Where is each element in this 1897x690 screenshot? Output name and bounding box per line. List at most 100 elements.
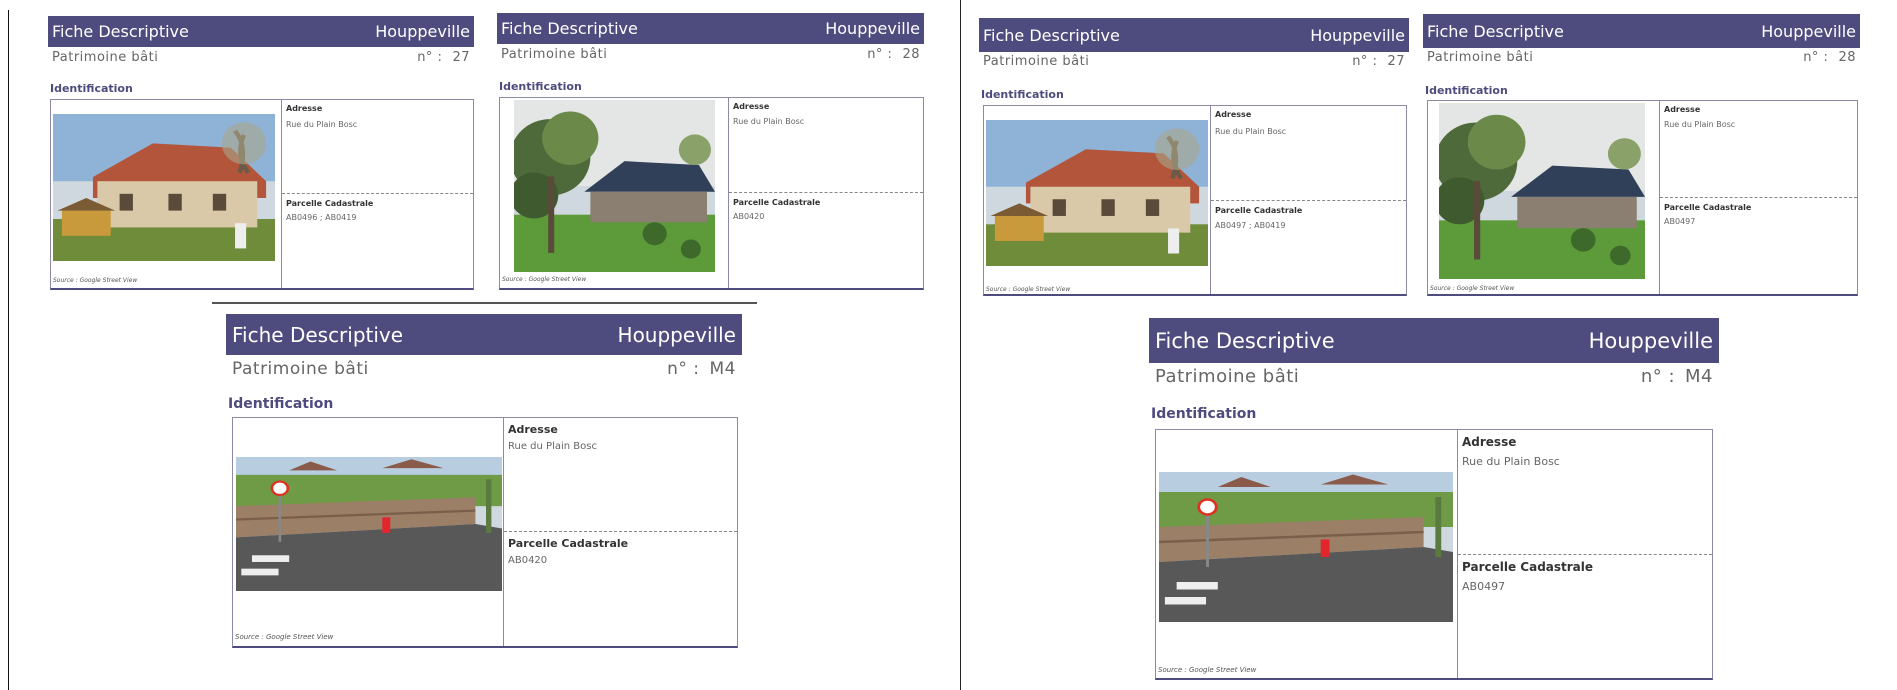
parcelle-value: AB0497 — [1664, 217, 1696, 226]
adresse-label: Adresse — [1664, 105, 1701, 114]
card-title: Fiche Descriptive — [501, 19, 638, 38]
num-label: n° : — [1640, 365, 1676, 387]
photo — [986, 120, 1208, 266]
card-box: Source : Google Street View Adresse Rue … — [1427, 100, 1858, 296]
adresse-value: Rue du Plain Bosc — [1215, 127, 1287, 136]
card-box: Source : Google Street View Adresse Rue … — [499, 97, 924, 290]
card-town: Houppeville — [1761, 21, 1856, 41]
card-subtitle: Patrimoine bâti — [501, 46, 608, 62]
parcelle-label: Parcelle Cadastrale — [1664, 203, 1752, 212]
source-caption: Source : Google Street View — [502, 276, 587, 283]
card-header: Fiche Descriptive Houppeville — [1149, 318, 1719, 363]
photo — [1439, 103, 1645, 279]
card-subtitle: Patrimoine bâti — [232, 359, 369, 379]
info-panel: Adresse Rue du Plain Bosc Parcelle Cadas… — [281, 100, 473, 288]
card-header: Fiche Descriptive Houppeville — [48, 16, 474, 47]
source-caption: Source : Google Street View — [1158, 666, 1257, 674]
card-town: Houppeville — [1588, 328, 1713, 353]
num-label: n° : — [417, 49, 443, 65]
num-label: n° : — [867, 46, 893, 62]
card-number: M4 — [709, 359, 736, 379]
card-box: Source : Google Street View Adresse Rue … — [50, 99, 474, 290]
info-panel: Adresse Rue du Plain Bosc Parcelle Cadas… — [1457, 430, 1712, 678]
info-panel: Adresse Rue du Plain Bosc Parcelle Cadas… — [503, 418, 737, 646]
card-subrow: Patrimoine bâti n° : 27 — [48, 49, 474, 65]
source-caption: Source : Google Street View — [986, 286, 1071, 293]
parcelle-value: AB0496 ; AB0419 — [286, 213, 357, 222]
card-subrow: Patrimoine bâti n° : 28 — [1423, 49, 1860, 66]
source-caption: Source : Google Street View — [53, 277, 138, 284]
card-town: Houppeville — [617, 322, 736, 347]
card-town: Houppeville — [375, 22, 470, 41]
card-header: Fiche Descriptive Houppeville — [226, 314, 742, 355]
card-subtitle: Patrimoine bâti — [52, 49, 159, 65]
card-number: M4 — [1685, 365, 1713, 387]
separator-line — [212, 302, 757, 304]
card-subtitle: Patrimoine bâti — [983, 54, 1090, 69]
card-box: Source : Google Street View Adresse Rue … — [232, 417, 738, 648]
card-title: Fiche Descriptive — [52, 22, 189, 41]
info-panel: Adresse Rue du Plain Bosc Parcelle Cadas… — [1659, 101, 1857, 294]
card-subrow: Patrimoine bâti n° : 27 — [979, 53, 1409, 70]
card-number: 28 — [902, 46, 920, 62]
identification-heading: Identification — [1151, 406, 1257, 422]
adresse-label: Adresse — [1462, 435, 1517, 449]
card-header: Fiche Descriptive Houppeville — [497, 13, 924, 44]
fiche-card: Fiche Descriptive Houppeville Patrimoine… — [979, 18, 1409, 296]
fiche-card: Fiche Descriptive Houppeville Patrimoine… — [48, 16, 474, 290]
source-caption: Source : Google Street View — [1430, 285, 1515, 292]
card-title: Fiche Descriptive — [983, 25, 1120, 45]
card-subrow: Patrimoine bâti n° : M4 — [226, 357, 742, 381]
page-border-left — [8, 10, 9, 690]
identification-heading: Identification — [228, 396, 334, 412]
adresse-label: Adresse — [1215, 110, 1252, 119]
adresse-label: Adresse — [286, 104, 323, 113]
parcelle-value: AB0420 — [508, 555, 548, 566]
fiche-card: Fiche Descriptive Houppeville Patrimoine… — [497, 13, 924, 290]
dashed-separator — [1211, 200, 1406, 201]
adresse-value: Rue du Plain Bosc — [508, 441, 597, 452]
num-label: n° : — [1803, 50, 1829, 65]
adresse-label: Adresse — [508, 423, 558, 436]
card-header: Fiche Descriptive Houppeville — [1423, 14, 1860, 48]
source-caption: Source : Google Street View — [235, 633, 334, 641]
card-number: 27 — [452, 49, 470, 65]
dashed-separator — [1458, 554, 1712, 555]
parcelle-label: Parcelle Cadastrale — [286, 199, 374, 208]
parcelle-label: Parcelle Cadastrale — [508, 537, 629, 550]
card-town: Houppeville — [1310, 25, 1405, 45]
photo — [514, 100, 715, 272]
info-panel: Adresse Rue du Plain Bosc Parcelle Cadas… — [1210, 106, 1406, 294]
parcelle-value: AB0420 — [733, 212, 765, 221]
card-number: 27 — [1387, 54, 1405, 69]
identification-heading: Identification — [50, 82, 133, 95]
card-header: Fiche Descriptive Houppeville — [979, 18, 1409, 52]
photo — [236, 457, 502, 591]
adresse-value: Rue du Plain Bosc — [286, 120, 358, 129]
fiche-card: Fiche Descriptive Houppeville Patrimoine… — [1423, 14, 1860, 296]
card-title: Fiche Descriptive — [1427, 21, 1564, 41]
parcelle-label: Parcelle Cadastrale — [733, 198, 821, 207]
photo — [1159, 472, 1453, 622]
adresse-value: Rue du Plain Bosc — [1664, 120, 1736, 129]
dashed-separator — [1660, 197, 1857, 198]
card-title: Fiche Descriptive — [1155, 328, 1335, 353]
info-panel: Adresse Rue du Plain Bosc Parcelle Cadas… — [728, 98, 923, 288]
card-subrow: Patrimoine bâti n° : M4 — [1149, 363, 1719, 389]
card-subrow: Patrimoine bâti n° : 28 — [497, 46, 924, 62]
parcelle-value: AB0497 — [1462, 580, 1506, 593]
card-town: Houppeville — [825, 19, 920, 38]
adresse-label: Adresse — [733, 102, 770, 111]
photo — [53, 114, 275, 261]
identification-heading: Identification — [499, 80, 582, 93]
adresse-value: Rue du Plain Bosc — [733, 117, 805, 126]
dashed-separator — [729, 192, 923, 193]
parcelle-value: AB0497 ; AB0419 — [1215, 221, 1286, 230]
page-divider — [960, 0, 961, 690]
identification-heading: Identification — [981, 88, 1064, 101]
card-subtitle: Patrimoine bâti — [1427, 50, 1534, 65]
card-number: 28 — [1838, 50, 1856, 65]
dashed-separator — [504, 531, 737, 532]
fiche-card: Fiche Descriptive Houppeville Patrimoine… — [226, 314, 742, 648]
card-box: Source : Google Street View Adresse Rue … — [983, 105, 1407, 296]
